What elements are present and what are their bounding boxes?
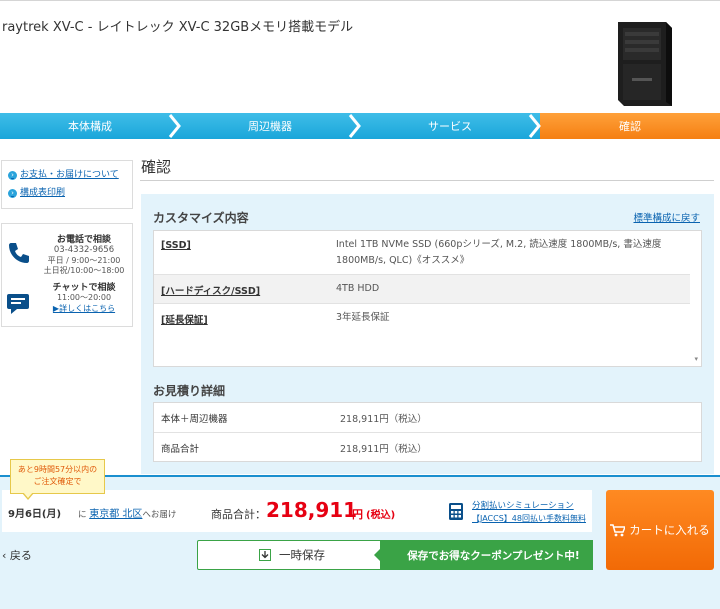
- table-row: [延長保証] 3年延長保証: [154, 304, 690, 333]
- chevron-left-icon: ‹: [2, 549, 7, 562]
- row-value: 218,911円（税込）: [340, 444, 427, 455]
- product-title: raytrek XV-C - レイトレック XV-C 32GBメモリ搭載モデル: [2, 20, 354, 35]
- temporary-save-button[interactable]: 一時保存: [197, 540, 387, 570]
- link-text: お支払・お届けについて: [20, 170, 119, 180]
- quote-table: 本体＋周辺機器 218,911円（税込） 商品合計 218,911円（税込）: [153, 402, 702, 462]
- confirm-panel: カスタマイズ内容 標準構成に戻す [SSD] Intel 1TB NVMe SS…: [141, 194, 714, 474]
- save-label: 一時保存: [279, 548, 325, 562]
- order-steps: 本体構成 周辺機器 サービス 確認: [0, 113, 720, 139]
- back-button[interactable]: ‹ 戻る: [2, 547, 32, 563]
- row-key: [ハードディスク/SSD]: [161, 286, 261, 297]
- arrow-circle-icon: ›: [8, 170, 17, 180]
- page-title: 確認: [141, 158, 172, 176]
- phone-title: お電話で相談: [56, 235, 111, 245]
- payment-delivery-link[interactable]: › お支払・お届けについて: [8, 166, 128, 184]
- heading-divider: [140, 180, 714, 181]
- coupon-label: 保存でお得なクーポンプレゼント中!: [407, 549, 580, 562]
- link-text: 構成表印刷: [20, 188, 66, 198]
- row-key: [延長保証]: [161, 315, 208, 326]
- customize-title: カスタマイズ内容: [153, 211, 249, 225]
- jaccs-installment-link[interactable]: 【JACCS】48回払い手数料無料: [472, 513, 586, 524]
- arrow-circle-icon: ›: [8, 188, 17, 198]
- step-label: 本体構成: [68, 120, 112, 133]
- back-label: 戻る: [9, 549, 32, 562]
- customize-list[interactable]: [SSD] Intel 1TB NVMe SSD (660pシリーズ, M.2,…: [153, 230, 702, 367]
- phone-info: お電話で相談 03-4332-9656 平日 / 9:00～21:00 土日祝/…: [40, 232, 128, 276]
- phone-number: 03-4332-9656: [53, 245, 115, 255]
- chat-icon: [7, 294, 29, 314]
- table-row: [SSD] Intel 1TB NVMe SSD (660pシリーズ, M.2,…: [154, 231, 690, 275]
- delivery-area-text: に 東京都 北区へお届け: [78, 505, 176, 520]
- table-row: 本体＋周辺機器 218,911円（税込）: [154, 403, 701, 432]
- add-to-cart-button[interactable]: カートに入れる: [606, 490, 714, 570]
- row-key: [SSD]: [161, 240, 191, 251]
- tooltip-line: ご注文確定で: [33, 477, 82, 486]
- table-row: [ハードディスク/SSD] 4TB HDD: [154, 275, 690, 304]
- phone-icon: [9, 243, 29, 263]
- sidebar: › お支払・お届けについて › 構成表印刷 お電話で相談 03-4332-965…: [1, 160, 133, 327]
- print-config-link[interactable]: › 構成表印刷: [8, 184, 128, 202]
- delivery-bar: 9月6日(月) に 東京都 北区へお届け 商品合計： 218,911 円 (税込…: [2, 490, 592, 532]
- delivery-date: 9月6日(月): [8, 509, 62, 520]
- phone-hours-weekend: 土日祝/10:00～18:00: [43, 266, 125, 275]
- step-arrow-icon: [348, 114, 361, 138]
- chat-title: チャットで相談: [52, 283, 116, 293]
- calculator-icon: [449, 503, 463, 520]
- tooltip-tail-inner: [23, 492, 33, 498]
- row-value: Intel 1TB NVMe SSD (660pシリーズ, M.2, 読込速度 …: [336, 239, 662, 266]
- step-label: 周辺機器: [248, 120, 292, 133]
- step-label: サービス: [428, 120, 472, 133]
- tooltip-line: あと9時間57分以内の: [17, 465, 98, 474]
- phone-hours-weekday: 平日 / 9:00～21:00: [47, 256, 121, 265]
- table-row: 商品合計 218,911円（税込）: [154, 432, 701, 461]
- total-label: 商品合計：: [211, 508, 266, 521]
- chat-details-link[interactable]: ▶詳しくはこちら: [40, 303, 128, 314]
- step-body[interactable]: 本体構成: [0, 113, 181, 139]
- top-divider: [0, 0, 720, 1]
- total-unit: 円: [352, 508, 363, 521]
- step-label: 確認: [619, 120, 641, 133]
- total-price: 218,911: [266, 498, 358, 522]
- pc-tower-image: [618, 22, 672, 106]
- row-value: 218,911円（税込）: [340, 414, 427, 425]
- delivery-ni: に: [78, 510, 87, 520]
- row-key: 本体＋周辺機器: [161, 414, 228, 425]
- download-save-icon: [259, 549, 271, 561]
- step-arrow-icon: [528, 114, 541, 138]
- installment-simulation-link[interactable]: 分割払いシミュレーション: [472, 499, 574, 511]
- back-to-standard-link[interactable]: 標準構成に戻す: [633, 210, 700, 224]
- scroll-down-icon[interactable]: ▾: [694, 355, 698, 363]
- cart-label: カートに入れる: [629, 523, 710, 537]
- contact-box: お電話で相談 03-4332-9656 平日 / 9:00～21:00 土日祝/…: [1, 223, 133, 327]
- coupon-banner: 保存でお得なクーポンプレゼント中!: [380, 540, 593, 570]
- step-arrow-icon: [168, 114, 181, 138]
- chat-hours: 11:00～20:00: [56, 293, 112, 302]
- quote-title: お見積り詳細: [153, 384, 226, 398]
- total-tax: (税込): [366, 510, 396, 521]
- row-value: 3年延長保証: [336, 312, 390, 323]
- cart-icon: [610, 523, 626, 536]
- step-confirm: 確認: [540, 113, 720, 139]
- delivery-area-link[interactable]: 東京都 北区: [89, 509, 142, 520]
- sidebar-links: › お支払・お届けについて › 構成表印刷: [1, 160, 133, 209]
- delivery-deadline-tooltip: あと9時間57分以内の ご注文確定で: [10, 459, 105, 494]
- row-value: 4TB HDD: [336, 283, 380, 294]
- chat-info: チャットで相談 11:00～20:00 ▶詳しくはこちら: [40, 280, 128, 314]
- step-service[interactable]: サービス: [360, 113, 541, 139]
- delivery-suffix: へお届け: [142, 510, 177, 520]
- step-peripherals[interactable]: 周辺機器: [180, 113, 361, 139]
- row-key: 商品合計: [161, 444, 200, 455]
